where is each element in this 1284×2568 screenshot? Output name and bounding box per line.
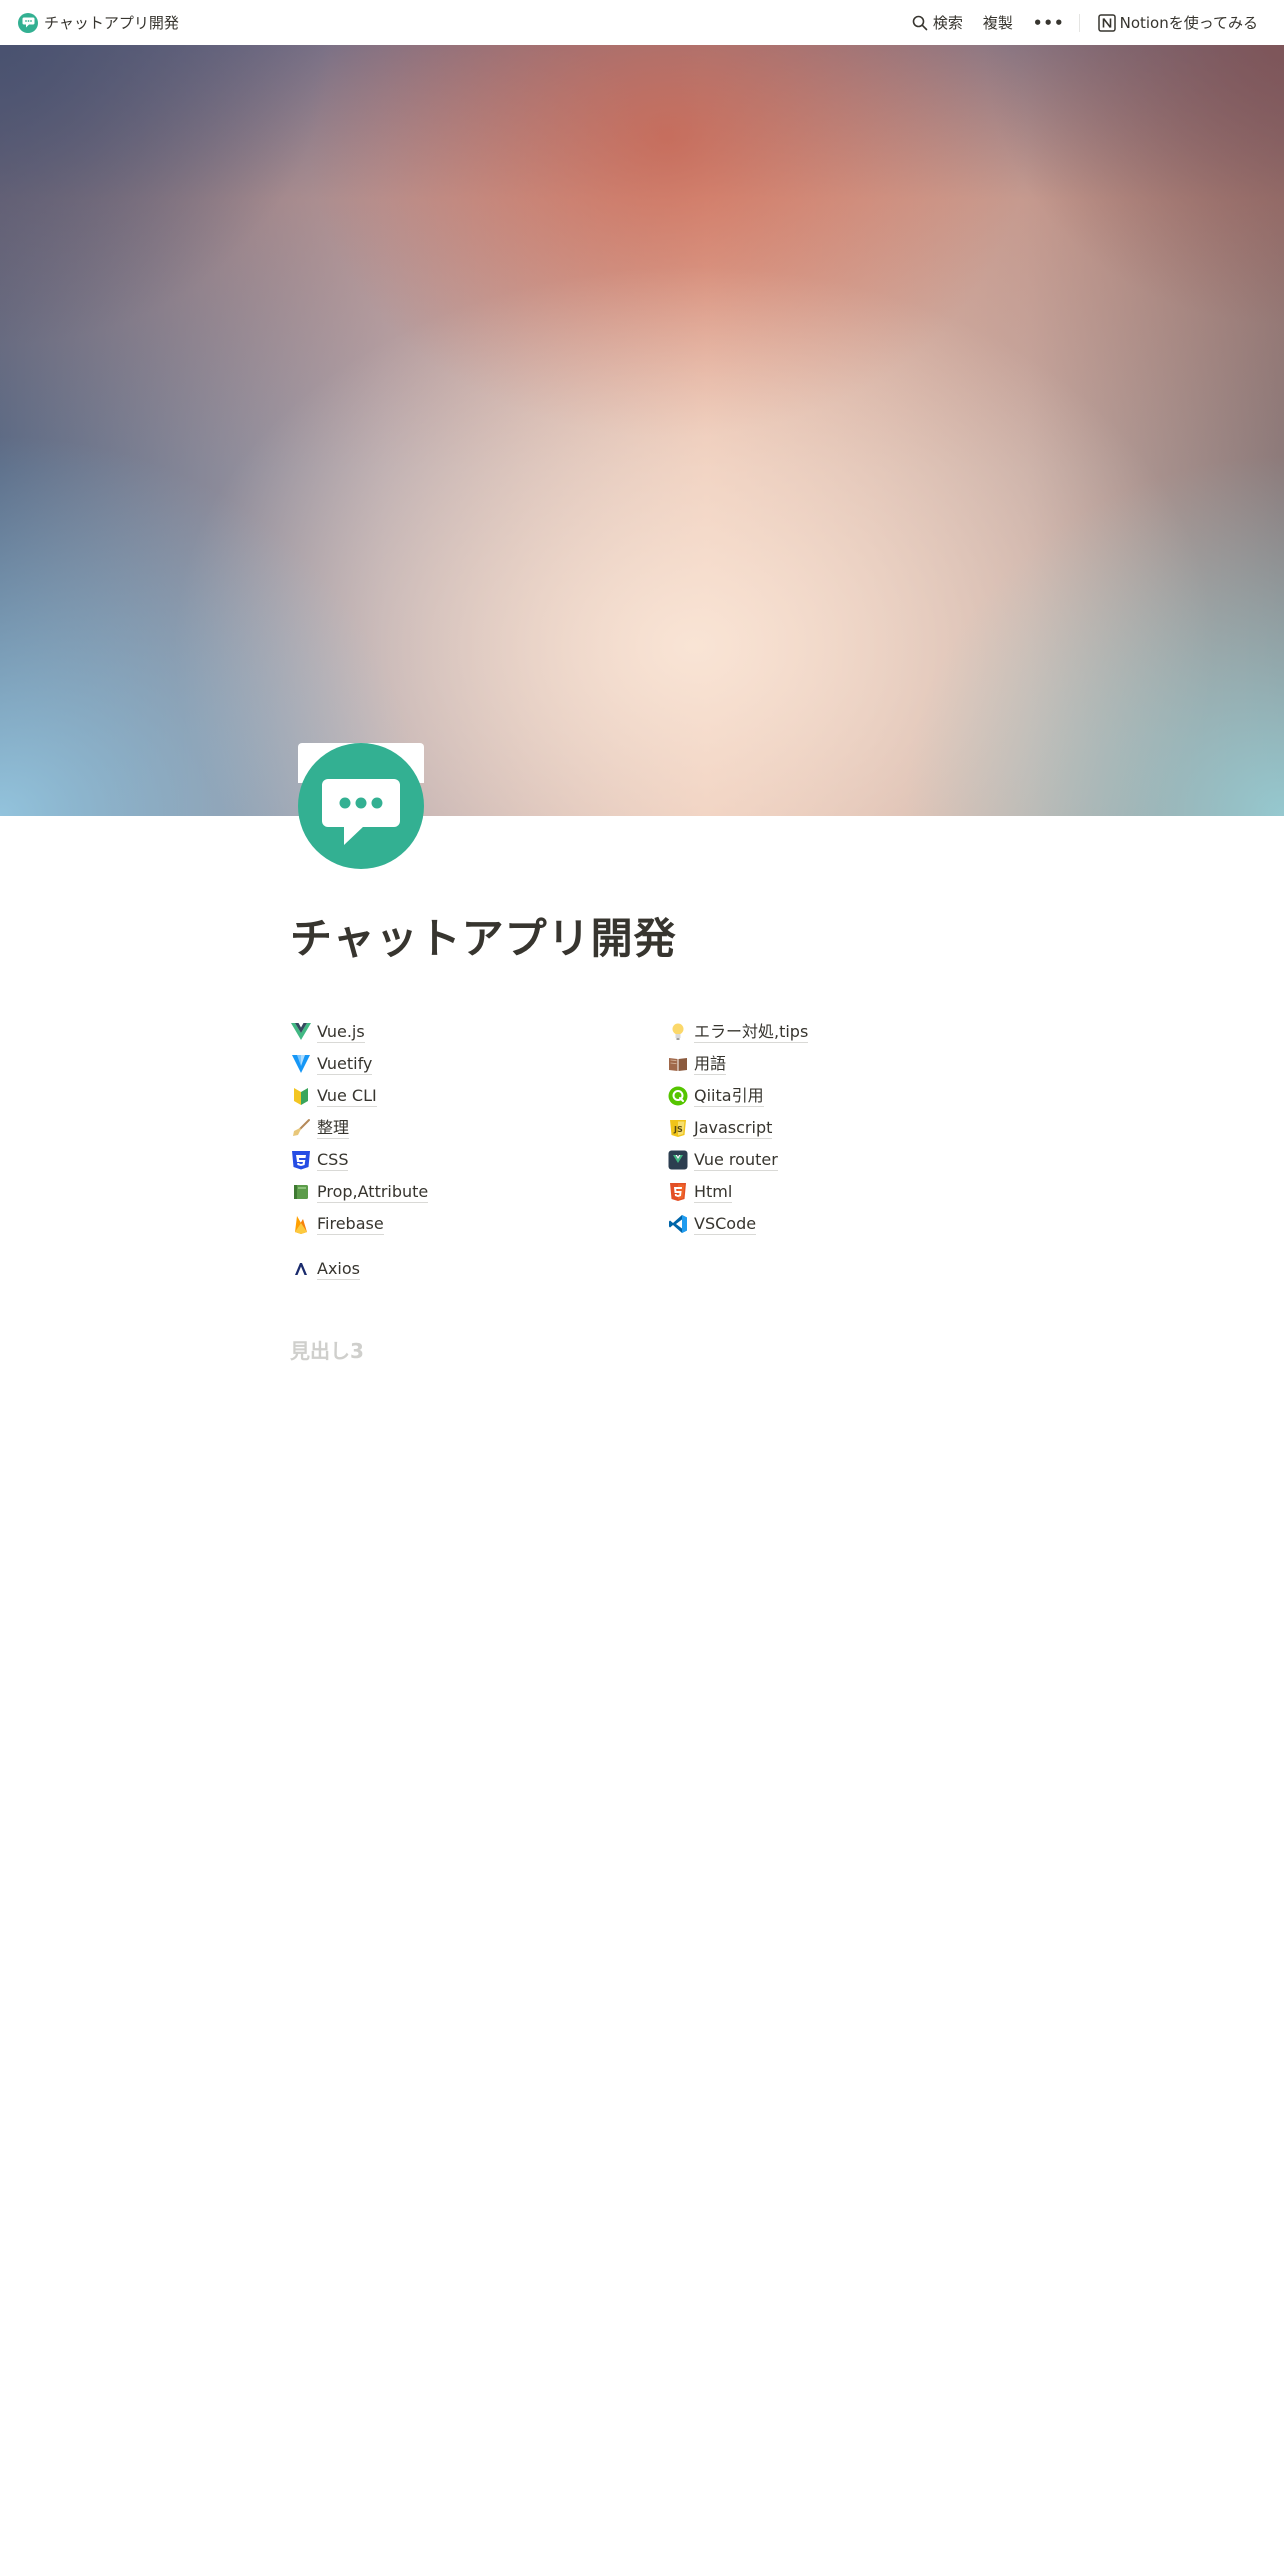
more-button[interactable]: ••• [1025,10,1073,36]
page-link-label: Javascript [694,1117,773,1139]
page-link-label: Prop,Attribute [317,1181,429,1203]
vue-router-icon [667,1149,689,1171]
lightbulb-icon [667,1021,689,1043]
page-link-organize[interactable]: 整理 [290,1112,650,1144]
axios-icon [290,1258,312,1280]
chat-bubble-icon[interactable] [18,12,38,33]
page-link-axios[interactable]: Axios [290,1253,360,1285]
link-column-right: エラー対処,tips 用語 Qiita引用 JS Javascript Vue … [667,1016,1027,1240]
css3-icon [290,1149,312,1171]
book-icon [290,1181,312,1203]
broom-icon [290,1117,312,1139]
page-icon[interactable] [298,743,424,869]
svg-text:JS: JS [673,1125,683,1134]
topbar: チャットアプリ開発 検索 複製 ••• Notionを使ってみる [0,0,1284,45]
page-link-firebase[interactable]: Firebase [290,1208,650,1240]
try-notion-label: Notionを使ってみる [1119,14,1258,32]
page-title: チャットアプリ開発 [290,914,677,963]
page-link-vscode[interactable]: VSCode [667,1208,1027,1240]
link-column-left: Vue.js Vuetify Vue CLI 整理 CSS Prop,Attri… [290,1016,650,1240]
chat-bubble-icon [298,743,424,869]
firebase-icon [290,1213,312,1235]
page-link-javascript[interactable]: JS Javascript [667,1112,1027,1144]
notion-logo-icon [1097,13,1116,32]
vue-icon [290,1021,312,1043]
page-link-error-tips[interactable]: エラー対処,tips [667,1016,1027,1048]
page-link-label: Vue.js [317,1021,365,1043]
page-link-css[interactable]: CSS [290,1144,650,1176]
page-link-html[interactable]: Html [667,1176,1027,1208]
duplicate-button[interactable]: 複製 [975,8,1021,37]
search-icon [912,15,928,30]
page-link-label: Firebase [317,1213,384,1235]
page-link-vue-cli[interactable]: Vue CLI [290,1080,650,1112]
page-link-label: Html [694,1181,733,1203]
page-link-label: Qiita引用 [694,1085,764,1107]
page-link-label: Vuetify [317,1053,373,1075]
page-link-label: 整理 [317,1117,350,1139]
page-link-label: Axios [317,1258,360,1280]
page-link-prop-attribute[interactable]: Prop,Attribute [290,1176,650,1208]
page-link-label: エラー対処,tips [694,1021,809,1043]
page-link-label: Vue router [694,1149,778,1171]
beginner-icon [290,1085,312,1107]
page-link-terms[interactable]: 用語 [667,1048,1027,1080]
search-button[interactable]: 検索 [904,8,971,37]
page-link-label: CSS [317,1149,349,1171]
page-link-label: 用語 [694,1053,727,1075]
heading-3: 見出し3 [290,1339,364,1363]
vuetify-icon [290,1053,312,1075]
topbar-divider [1078,13,1080,32]
open-book-icon [667,1053,689,1075]
page-link-label: Vue CLI [317,1085,377,1107]
javascript-icon: JS [667,1117,689,1139]
page-link-vuetify[interactable]: Vuetify [290,1048,650,1080]
html5-icon [667,1181,689,1203]
try-notion-button[interactable]: Notionを使ってみる [1090,8,1266,37]
page-link-vue-router[interactable]: Vue router [667,1144,1027,1176]
page-link-vuejs[interactable]: Vue.js [290,1016,650,1048]
breadcrumb-page-title[interactable]: チャットアプリ開発 [44,12,179,33]
page-link-label: VSCode [694,1213,757,1235]
cover-image [0,45,1284,816]
qiita-icon [667,1085,689,1107]
page-link-qiita[interactable]: Qiita引用 [667,1080,1027,1112]
vscode-icon [667,1213,689,1235]
search-label: 検索 [932,14,963,32]
duplicate-label: 複製 [982,14,1013,32]
more-icon: ••• [1032,13,1065,32]
